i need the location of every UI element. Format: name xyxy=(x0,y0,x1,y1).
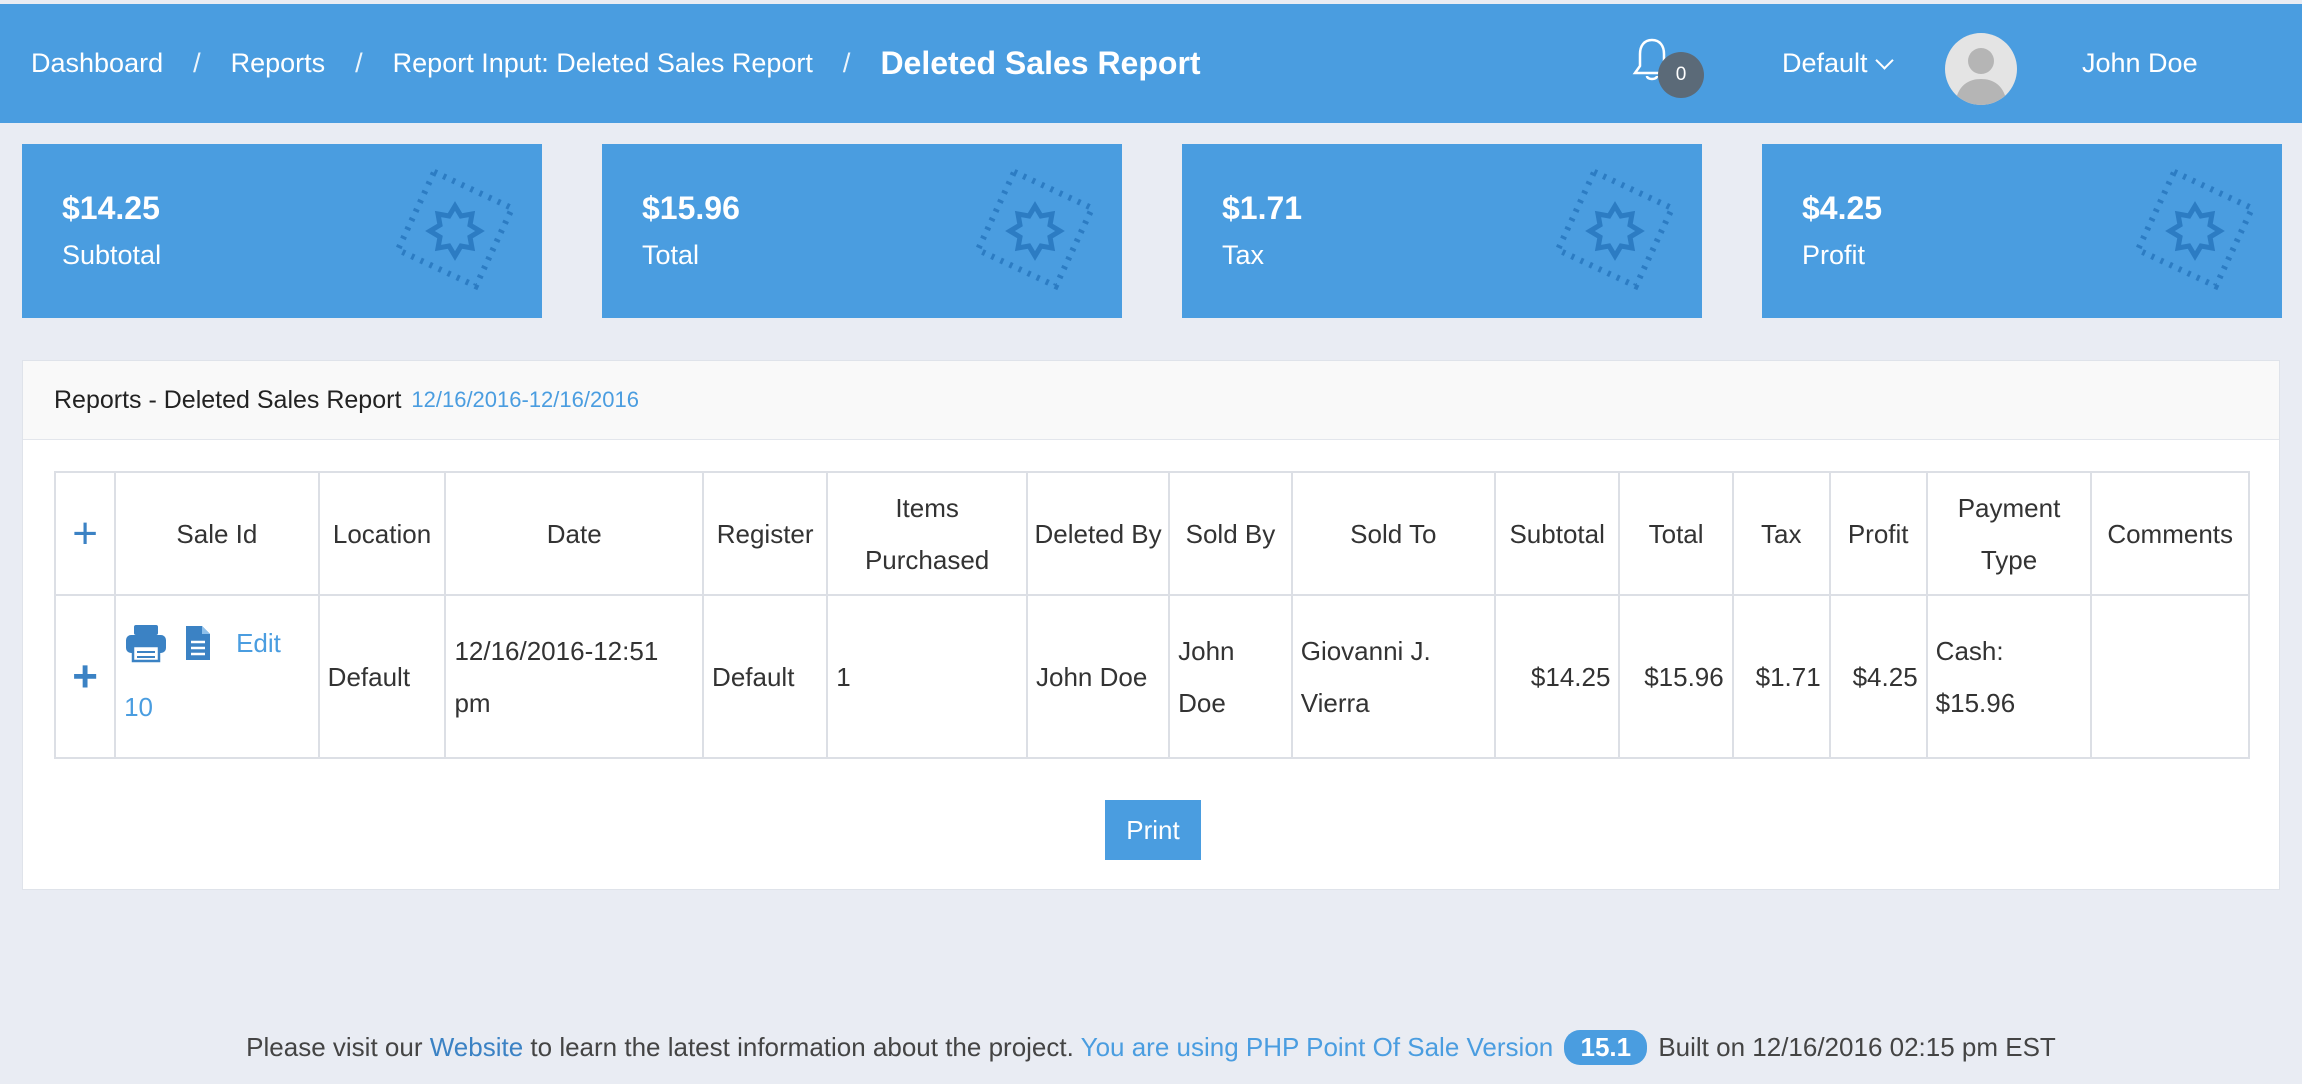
version-text: You are using PHP Point Of Sale Version xyxy=(1080,1032,1554,1062)
table-row: + Edit 10 Default 12/16/2016-12:51 pm De… xyxy=(53,594,2250,759)
cell-comments xyxy=(2090,594,2250,759)
report-panel: Reports - Deleted Sales Report 12/16/201… xyxy=(22,360,2280,890)
col-payment-type[interactable]: Payment Type xyxy=(1925,471,2093,596)
stat-label: Profit xyxy=(1802,240,1866,270)
badge-icon xyxy=(973,167,1097,291)
cell-subtotal: $14.25 xyxy=(1493,594,1621,759)
stat-card-profit: $4.25 Profit xyxy=(1762,144,2282,318)
stat-value: $15.96 xyxy=(642,190,740,226)
breadcrumb-separator: / xyxy=(193,48,201,78)
avatar[interactable] xyxy=(1945,33,2017,105)
receipt-document-icon[interactable] xyxy=(184,624,212,662)
cell-deleted-by: John Doe xyxy=(1026,594,1171,759)
stat-label: Subtotal xyxy=(62,240,162,270)
cell-payment-type: Cash: $15.96 xyxy=(1925,594,2093,759)
col-sold-to[interactable]: Sold To xyxy=(1290,471,1496,596)
chevron-down-icon xyxy=(1874,51,1894,70)
badge-icon xyxy=(393,167,517,291)
version-badge: 15.1 xyxy=(1564,1030,1648,1065)
stat-label: Total xyxy=(642,240,700,270)
col-date[interactable]: Date xyxy=(444,471,705,596)
notification-badge: 0 xyxy=(1658,52,1704,98)
footer-text: to learn the latest information about th… xyxy=(530,1032,1074,1062)
breadcrumb-dashboard[interactable]: Dashboard xyxy=(31,48,163,79)
table-header-row: + Sale Id Location Date Register Items P… xyxy=(53,471,2250,596)
website-link[interactable]: Website xyxy=(430,1032,523,1062)
col-comments[interactable]: Comments xyxy=(2090,471,2250,596)
col-items-purchased[interactable]: Items Purchased xyxy=(826,471,1029,596)
col-tax[interactable]: Tax xyxy=(1731,471,1831,596)
cell-profit: $4.25 xyxy=(1828,594,1928,759)
cell-sold-to: Giovanni J. Vierra xyxy=(1290,594,1496,759)
built-text: Built on 12/16/2016 02:15 pm EST xyxy=(1658,1032,2056,1062)
breadcrumb-separator: / xyxy=(355,48,363,78)
col-location[interactable]: Location xyxy=(317,471,447,596)
breadcrumb-reports[interactable]: Reports xyxy=(231,48,326,79)
expand-row-icon[interactable]: + xyxy=(53,594,117,759)
stat-card-tax: $1.71 Tax xyxy=(1182,144,1702,318)
breadcrumb-separator: / xyxy=(842,48,851,78)
cell-register: Default xyxy=(702,594,829,759)
expand-all-icon[interactable]: + xyxy=(53,471,117,596)
stat-value: $1.71 xyxy=(1222,190,1303,226)
col-total[interactable]: Total xyxy=(1618,471,1734,596)
stat-label: Tax xyxy=(1222,240,1265,270)
user-name[interactable]: John Doe xyxy=(2082,4,2198,123)
report-table: + Sale Id Location Date Register Items P… xyxy=(53,471,2250,759)
col-deleted-by[interactable]: Deleted By xyxy=(1026,471,1171,596)
stat-value: $4.25 xyxy=(1802,190,1883,226)
panel-header: Reports - Deleted Sales Report 12/16/201… xyxy=(23,361,2279,440)
panel-title: Reports - Deleted Sales Report xyxy=(54,385,402,414)
cell-total: $15.96 xyxy=(1618,594,1734,759)
edit-link[interactable]: Edit xyxy=(236,617,281,669)
col-subtotal[interactable]: Subtotal xyxy=(1493,471,1621,596)
col-profit[interactable]: Profit xyxy=(1828,471,1928,596)
print-button[interactable]: Print xyxy=(1105,800,1201,860)
col-sold-by[interactable]: Sold By xyxy=(1168,471,1293,596)
printer-icon[interactable] xyxy=(124,623,168,663)
location-label: Default xyxy=(1782,48,1868,78)
badge-icon xyxy=(1553,167,1677,291)
cell-sold-by: John Doe xyxy=(1168,594,1293,759)
cell-date: 12/16/2016-12:51 pm xyxy=(444,594,705,759)
sale-id-link[interactable]: 10 xyxy=(124,681,310,733)
cell-location: Default xyxy=(317,594,447,759)
cell-sale-id: Edit 10 xyxy=(114,594,320,759)
col-sale-id[interactable]: Sale Id xyxy=(114,471,320,596)
cell-items-purchased: 1 xyxy=(826,594,1029,759)
badge-icon xyxy=(2133,167,2257,291)
date-range: 12/16/2016-12/16/2016 xyxy=(411,387,639,412)
location-dropdown[interactable]: Default xyxy=(1782,4,1894,123)
footer: Please visit our Website to learn the la… xyxy=(0,1030,2302,1065)
row-actions: Edit xyxy=(124,617,310,669)
footer-text: Please visit our xyxy=(246,1032,423,1062)
stat-card-total: $15.96 Total xyxy=(602,144,1122,318)
stat-card-subtotal: $14.25 Subtotal xyxy=(22,144,542,318)
cell-tax: $1.71 xyxy=(1731,594,1831,759)
stat-value: $14.25 xyxy=(62,190,160,226)
page-title: Deleted Sales Report xyxy=(880,45,1201,81)
user-silhouette-icon xyxy=(1955,48,2007,105)
top-navbar: Dashboard / Reports / Report Input: Dele… xyxy=(0,4,2302,123)
breadcrumb: Dashboard / Reports / Report Input: Dele… xyxy=(31,4,1201,123)
breadcrumb-report-input[interactable]: Report Input: Deleted Sales Report xyxy=(393,48,813,79)
col-register[interactable]: Register xyxy=(702,471,829,596)
